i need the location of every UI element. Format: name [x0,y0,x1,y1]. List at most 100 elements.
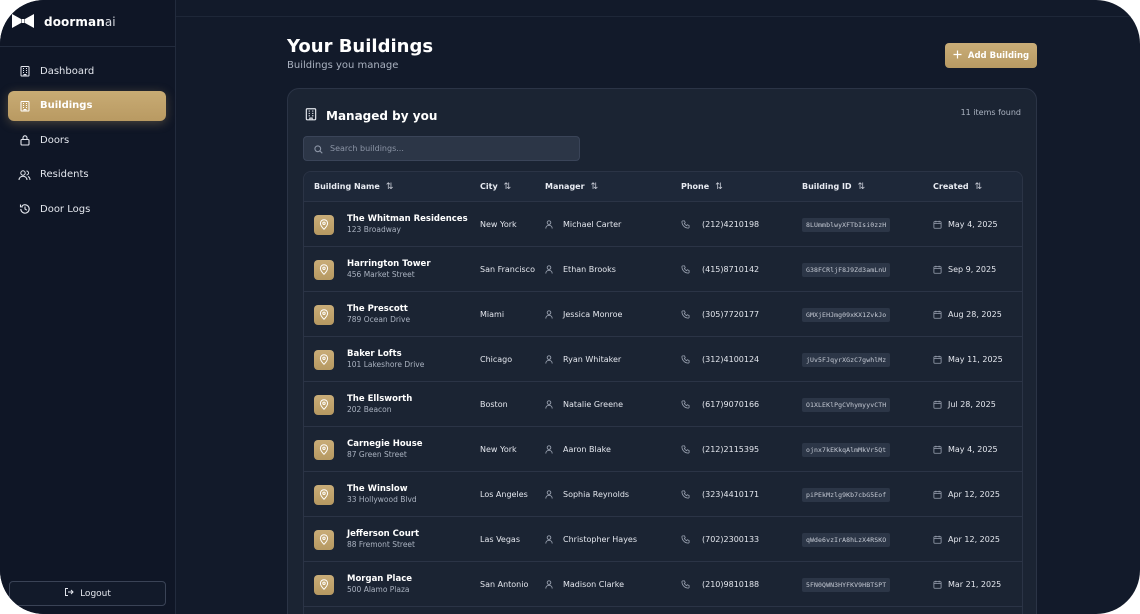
building-cell: Carnegie House 87 Green Street [314,427,423,472]
created-cell: Sep 9, 2025 [933,247,996,292]
phone-cell: (323)4410171 [681,472,759,517]
phone-cell: (415)8710142 [681,247,759,292]
user-icon [545,355,553,364]
sidebar: doormanai Dashboard Buildings Doors Resi… [0,0,176,614]
sort-icon: ⇅ [857,181,866,192]
user-icon [545,445,553,454]
sidebar-item-door-logs[interactable]: Door Logs [8,194,166,224]
city-cell: Boston [480,382,508,427]
location-pin-icon [314,439,334,460]
phone-cell: (312)4100124 [681,337,759,382]
building-cell: The Prescott 789 Ocean Drive [314,292,410,337]
column-header-building-id[interactable]: Building ID ⇅ [802,182,865,192]
building-name[interactable]: The Prescott [347,304,410,315]
card-title: Managed by you [326,108,438,123]
building-name[interactable]: Harrington Tower [347,259,431,270]
manager-name: Michael Carter [563,220,622,229]
created-cell: Jul 28, 2025 [933,382,996,427]
building-name[interactable]: Baker Lofts [347,349,424,360]
created-cell: May 11, 2025 [933,337,1003,382]
manager-cell: Jessica Monroe [545,292,622,337]
manager-cell: Ryan Whitaker [545,337,621,382]
table-row[interactable]: The Prescott 789 Ocean Drive Miami Jessi… [304,292,1022,337]
table-header: Building Name ⇅ City ⇅ Manager ⇅ Phone ⇅ Bui… [304,172,1022,202]
phone-number: (415)8710142 [702,265,760,274]
table-row[interactable]: The Whitman Residences 123 Broadway New … [304,202,1022,247]
created-date: Aug 28, 2025 [948,310,1002,319]
column-header-created[interactable]: Created ⇅ [933,182,982,192]
phone-icon [681,445,690,454]
user-icon [545,490,553,499]
building-name[interactable]: Carnegie House [347,439,423,450]
add-building-button[interactable]: Add Building [945,43,1037,68]
city-cell: San Antonio [480,562,528,607]
manager-cell: Michael Carter [545,202,621,247]
building-name[interactable]: The Ellsworth [347,394,412,405]
building-id: qWde6vzIrA8hLzX4RSKO [802,532,891,547]
search-box[interactable] [303,136,580,161]
column-header-city[interactable]: City ⇅ [480,182,511,192]
created-cell: Aug 28, 2025 [933,292,1002,337]
logout-button[interactable]: Logout [9,581,166,606]
manager-name: Aaron Blake [563,445,611,454]
building-name[interactable]: Morgan Place [347,574,412,585]
phone-number: (212)4210198 [702,220,760,229]
city-cell: Miami [480,292,504,337]
search-input[interactable] [330,144,570,153]
building-cell: Jefferson Court 88 Fremont Street [314,517,419,562]
sidebar-nav: Dashboard Buildings Doors Residents Door… [8,56,166,229]
brand-logo[interactable]: doormanai [12,12,116,32]
history-icon [18,203,31,216]
table-row[interactable]: Carnegie House 87 Green Street New York … [304,427,1022,472]
top-divider [176,16,1140,17]
phone-number: (305)7720177 [702,310,760,319]
building-name[interactable]: The Whitman Residences [347,214,468,225]
add-building-label: Add Building [967,50,1030,61]
user-icon [545,310,553,319]
building-id: jUv5FJqyrXGzC7gwhlMz [802,352,891,367]
manager-cell: Ethan Brooks [545,247,616,292]
city-cell: Las Vegas [480,517,520,562]
phone-number: (212)2115395 [702,445,760,454]
logout-label: Logout [80,588,111,599]
city-text: San Francisco [480,265,535,274]
items-count: 11 items found [960,108,1021,117]
sidebar-item-label: Buildings [40,100,93,111]
building-cell: Morgan Place 500 Alamo Plaza [314,562,412,607]
phone-icon [681,535,690,544]
calendar-icon [933,220,942,229]
sidebar-item-residents[interactable]: Residents [8,160,166,190]
column-header-phone[interactable]: Phone ⇅ [681,182,723,192]
sort-icon: ⇅ [974,181,983,192]
phone-number: (312)4100124 [702,355,760,364]
city-text: New York [480,220,517,229]
phone-icon [681,355,690,364]
phone-cell: (617)9070166 [681,382,759,427]
city-text: Miami [480,310,505,319]
city-text: New York [480,445,517,454]
sidebar-item-dashboard[interactable]: Dashboard [8,56,166,86]
building-id-cell: 8LUmmblwyXFTbIsi0zzH [802,202,891,247]
phone-number: (323)4410171 [702,490,760,499]
table-row[interactable]: Jefferson Court 88 Fremont Street Las Ve… [304,517,1022,562]
column-header-manager[interactable]: Manager ⇅ [545,182,598,192]
building-name[interactable]: The Winslow [347,484,417,495]
table-row[interactable]: The Winslow 33 Hollywood Blvd Los Angele… [304,472,1022,517]
manager-name: Madison Clarke [563,580,625,589]
building-name[interactable]: Jefferson Court [347,529,419,540]
phone-icon [681,400,690,409]
created-date: May 4, 2025 [948,445,998,454]
lock-icon [18,134,31,147]
sidebar-item-buildings[interactable]: Buildings [8,90,166,121]
table-row[interactable]: The Ellsworth 202 Beacon Boston Natalie … [304,382,1022,427]
calendar-icon [933,445,942,454]
table-row[interactable]: Morgan Place 500 Alamo Plaza San Antonio… [304,562,1022,607]
sort-icon: ⇅ [590,181,599,192]
city-text: Boston [480,400,508,409]
table-row[interactable]: Baker Lofts 101 Lakeshore Drive Chicago … [304,337,1022,382]
plus-icon [953,50,962,62]
column-header-building-name[interactable]: Building Name ⇅ [314,182,393,192]
sidebar-item-doors[interactable]: Doors [8,125,166,155]
user-icon [545,265,553,274]
table-row[interactable]: Harrington Tower 456 Market Street San F… [304,247,1022,292]
